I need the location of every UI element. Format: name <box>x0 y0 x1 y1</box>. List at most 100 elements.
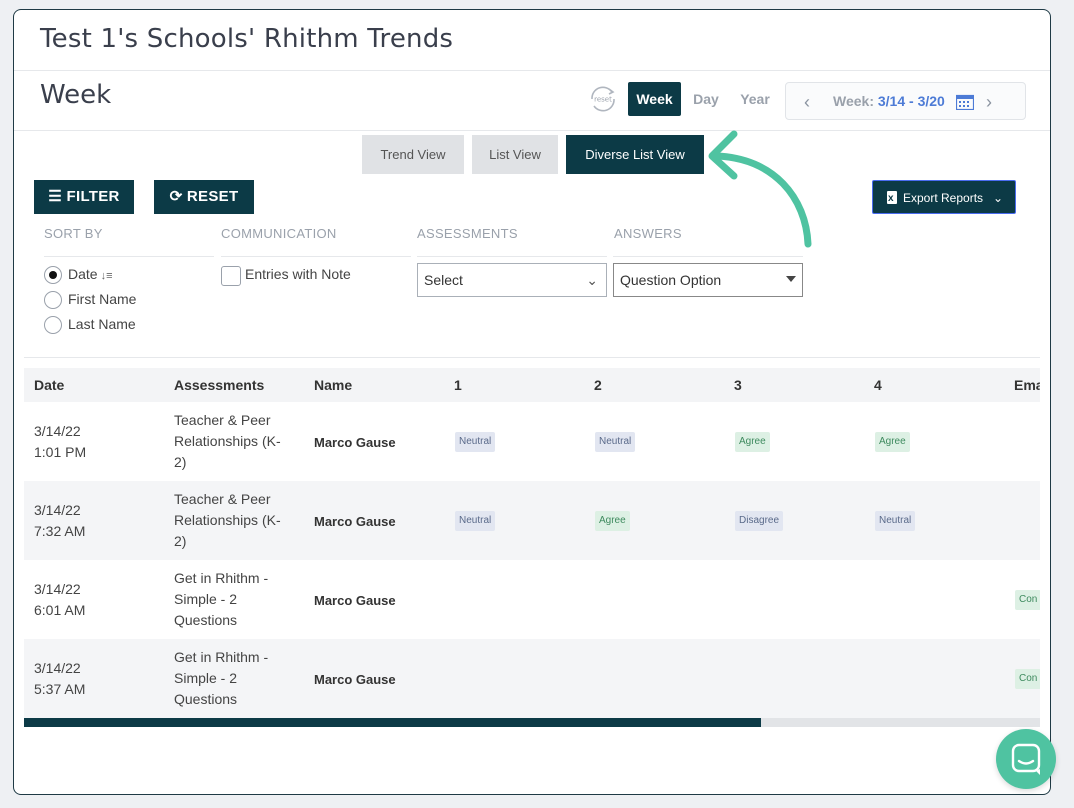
reset-icon[interactable]: reset <box>586 82 620 116</box>
answer-badge: Agree <box>875 432 910 452</box>
sort-desc-icon: ↓≡ <box>97 270 113 282</box>
col-q4[interactable]: 4 <box>874 377 882 393</box>
tab-list-view[interactable]: List View <box>472 135 558 174</box>
row-name: Marco Gause <box>314 435 396 450</box>
row-assessment-line: Simple - 2 <box>174 670 238 686</box>
export-label: Export Reports <box>903 191 984 205</box>
radio[interactable] <box>44 316 62 335</box>
table-row: 3/14/22 6:01 AM Get in Rhithm - Simple - 2 Q… <box>24 560 1040 639</box>
row-time: 6:01 AM <box>34 602 86 618</box>
divider <box>44 256 214 257</box>
row-name: Marco Gause <box>314 672 396 687</box>
assessments-heading: ASSESSMENTS <box>417 226 518 241</box>
period-title: Week <box>40 80 112 110</box>
sort-by-heading: SORT BY <box>44 226 103 241</box>
row-assessment-line: Get in Rhithm - <box>174 649 269 665</box>
answer-badge: Neutral <box>875 511 916 531</box>
divider <box>221 256 411 257</box>
col-assessments[interactable]: Assessments <box>174 377 264 393</box>
results-table: Date Assessments Name 1 2 3 4 Email 3/14… <box>24 368 1040 728</box>
week-label: Week: 3/14 - 3/20 <box>833 93 945 109</box>
range-year-button[interactable]: Year <box>732 82 778 116</box>
answers-select-value: Question Option <box>620 272 722 288</box>
range-day-button[interactable]: Day <box>686 82 726 116</box>
export-reports-button[interactable]: Export Reports ⌄ <box>872 180 1016 216</box>
row-time: 1:01 PM <box>34 444 87 460</box>
radio[interactable] <box>44 291 62 310</box>
sort-last-name-label: Last Name <box>68 316 136 332</box>
chat-launcher-button[interactable] <box>996 729 1056 789</box>
sort-date-radio[interactable]: Date ↓≡ <box>44 264 113 285</box>
row-assessment-line: Questions <box>174 612 238 628</box>
row-date: 3/14/22 <box>34 502 81 518</box>
answer-badge: Disagree <box>735 511 784 531</box>
reset-icon-text: reset <box>594 96 612 104</box>
reset-label: RESET <box>186 188 239 205</box>
col-q2[interactable]: 2 <box>594 377 602 393</box>
row-name: Marco Gause <box>314 514 396 529</box>
refresh-icon: ⟳ <box>169 188 187 205</box>
row-name: Marco Gause <box>314 593 396 608</box>
chevron-down-icon: ⌄ <box>993 191 1004 205</box>
tab-diverse-list-view[interactable]: Diverse List View <box>566 135 704 174</box>
calendar-icon[interactable] <box>956 94 974 110</box>
week-label-prefix: Week: <box>833 93 878 109</box>
excel-icon <box>887 182 897 216</box>
divider <box>24 357 1040 358</box>
range-week-button[interactable]: Week <box>628 82 681 116</box>
assessments-select-value: Select <box>424 272 463 288</box>
chevron-right-icon[interactable]: › <box>986 93 1000 111</box>
page-title: Test 1's Schools' Rhithm Trends <box>40 24 454 54</box>
chevron-left-icon[interactable]: ‹ <box>804 93 818 111</box>
answer-badge: Agree <box>595 511 630 531</box>
answer-badge: Neutral <box>455 511 496 531</box>
reset-button[interactable]: ⟳ RESET <box>154 180 254 214</box>
row-assessment-line: Teacher & Peer <box>174 491 271 507</box>
answers-select[interactable]: Question Option <box>613 263 803 297</box>
answer-badge: Agree <box>735 432 770 452</box>
row-assessment-line: Teacher & Peer <box>174 412 271 428</box>
email-status-badge: Con <box>1015 590 1040 610</box>
radio-selected[interactable] <box>44 266 62 285</box>
sliders-icon: ☰ <box>48 188 67 205</box>
table-row: 3/14/22 1:01 PM Teacher & Peer Relationship… <box>24 402 1040 481</box>
chat-icon <box>1011 743 1041 775</box>
answer-badge: Neutral <box>455 432 496 452</box>
caret-down-icon <box>786 276 796 282</box>
sort-date-label: Date <box>68 266 98 282</box>
col-email[interactable]: Email <box>1014 377 1040 393</box>
row-assessment-line: Relationships (K- <box>174 512 281 528</box>
row-assessment-line: Relationships (K- <box>174 433 281 449</box>
sort-first-name-radio[interactable]: First Name <box>44 289 136 310</box>
week-navigator: ‹ Week: 3/14 - 3/20 › <box>785 82 1026 120</box>
horizontal-scrollbar[interactable] <box>24 718 1040 727</box>
pointer-arrow-icon <box>708 130 812 248</box>
entries-with-note-label: Entries with Note <box>245 266 351 282</box>
row-date: 3/14/22 <box>34 423 81 439</box>
divider <box>14 130 1050 131</box>
answers-heading: ANSWERS <box>614 226 682 241</box>
table-row: 3/14/22 7:32 AM Teacher & Peer Relationship… <box>24 481 1040 560</box>
answer-badge: Neutral <box>595 432 636 452</box>
col-q1[interactable]: 1 <box>454 377 462 393</box>
entries-with-note-checkbox[interactable] <box>221 266 241 286</box>
filter-label: FILTER <box>66 188 120 205</box>
row-assessment-line: Simple - 2 <box>174 591 238 607</box>
tab-trend-view[interactable]: Trend View <box>362 135 464 174</box>
col-q3[interactable]: 3 <box>734 377 742 393</box>
scrollbar-thumb[interactable] <box>24 718 761 727</box>
row-assessment-line: Questions <box>174 691 238 707</box>
sort-last-name-radio[interactable]: Last Name <box>44 314 136 335</box>
assessments-select[interactable]: Select ⌄ <box>417 263 607 297</box>
divider <box>14 70 1050 71</box>
col-date[interactable]: Date <box>34 377 64 393</box>
filter-button[interactable]: ☰ FILTER <box>34 180 134 214</box>
row-time: 5:37 AM <box>34 681 86 697</box>
communication-heading: COMMUNICATION <box>221 226 337 241</box>
divider <box>417 256 607 257</box>
row-assessment-line: 2) <box>174 533 187 549</box>
col-name[interactable]: Name <box>314 377 352 393</box>
row-time: 7:32 AM <box>34 523 86 539</box>
table-header: Date Assessments Name 1 2 3 4 Email <box>24 368 1040 402</box>
row-assessment-line: Get in Rhithm - <box>174 570 269 586</box>
